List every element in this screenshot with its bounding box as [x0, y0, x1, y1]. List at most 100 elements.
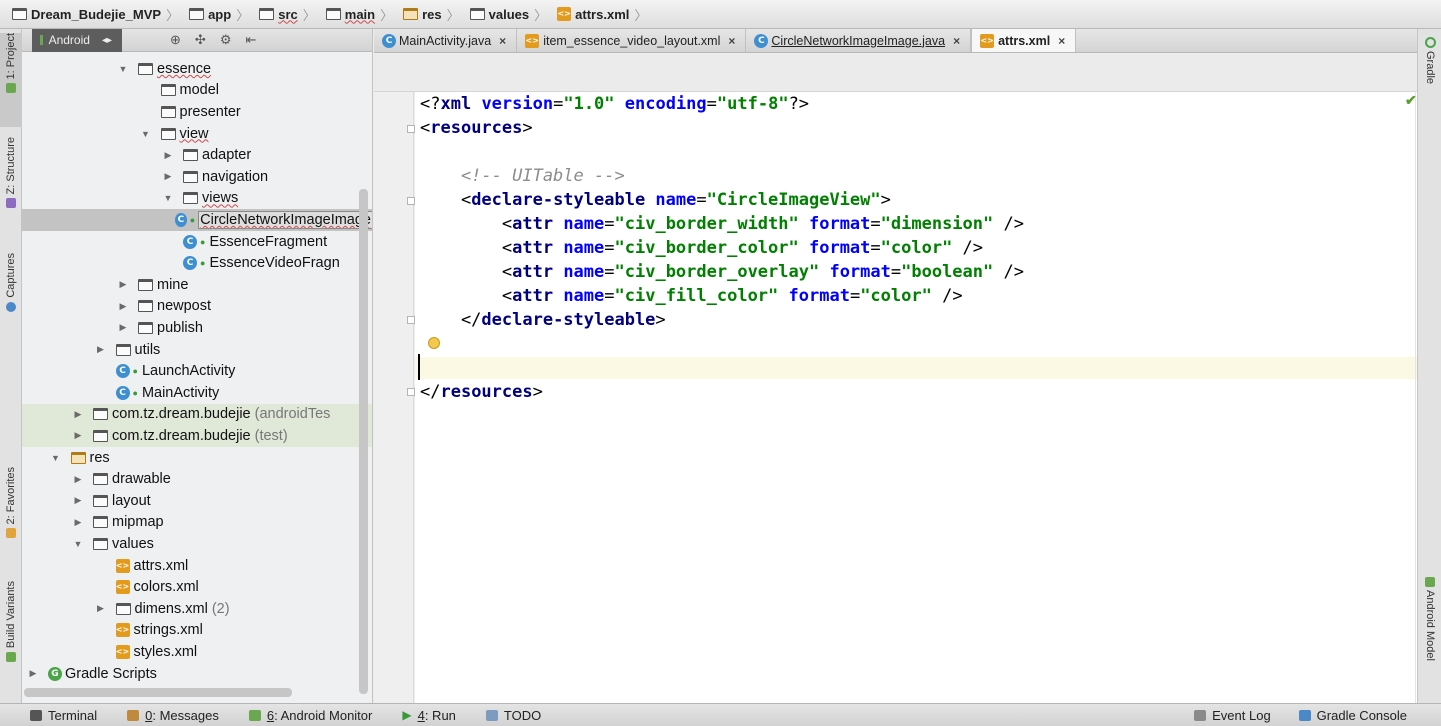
expand-right-icon[interactable]: ▶ [73, 430, 83, 441]
tree-item[interactable]: ▼ res [22, 447, 372, 469]
fold-marker[interactable] [407, 316, 415, 324]
navigation-breadcrumb: Dream_Budejie_MVP 〉 app 〉 src 〉 main 〉 res 〉 value… [0, 0, 1441, 29]
breadcrumb-item[interactable]: <> attrs.xml 〉 [553, 3, 653, 25]
expand-right-icon[interactable]: ▶ [73, 409, 83, 420]
tree-item[interactable]: ▶ mine [22, 274, 372, 296]
tool-tab-android-model[interactable]: Android Model [1418, 577, 1441, 687]
tree-item[interactable]: ▶ com.tz.dream.budejie (test) [22, 425, 372, 447]
tree-item[interactable]: ▶ dimens.xml (2) [22, 598, 372, 620]
tree-item[interactable]: ▼ view [22, 123, 372, 145]
tool-tab-favorites[interactable]: 2: Favorites [0, 467, 22, 559]
expand-right-icon[interactable]: ▶ [118, 301, 128, 312]
tree-item[interactable]: ▶ drawable [22, 468, 372, 490]
xml-file-icon: <> [115, 623, 130, 638]
sync-icon[interactable]: ⊕ [170, 32, 181, 48]
close-icon[interactable]: × [1058, 34, 1065, 48]
lightbulb-icon[interactable] [428, 337, 440, 349]
collapse-icon[interactable]: ✣ [195, 32, 206, 48]
expand-right-icon[interactable]: ▶ [96, 603, 106, 614]
fold-marker[interactable] [407, 388, 415, 396]
editor-tab[interactable]: <> attrs.xml × [971, 29, 1077, 52]
tool-todo[interactable]: TODO [485, 708, 541, 723]
tree-item[interactable]: ▶ utils [22, 339, 372, 361]
breadcrumb-item[interactable]: main 〉 [322, 3, 399, 25]
project-icon [6, 83, 16, 94]
tool-tab-structure[interactable]: Z: Structure [0, 137, 22, 229]
tree-item[interactable]: <> strings.xml [22, 620, 372, 642]
expand-right-icon[interactable]: ▶ [28, 668, 38, 679]
tree-item[interactable]: <> attrs.xml [22, 555, 372, 577]
breadcrumb-item[interactable]: res 〉 [399, 3, 466, 25]
chevron-right-icon: 〉 [302, 7, 316, 23]
expand-right-icon[interactable]: ▶ [163, 150, 173, 161]
code-token: = [696, 190, 707, 210]
tree-item[interactable]: ▶ G Gradle Scripts [22, 663, 372, 685]
breadcrumb-item[interactable]: app 〉 [185, 3, 255, 25]
hide-panel-icon[interactable]: ⇤ [245, 32, 256, 48]
close-icon[interactable]: × [953, 34, 960, 48]
tree-item[interactable]: ▶ publish [22, 317, 372, 339]
breadcrumb-item[interactable]: values 〉 [466, 3, 554, 25]
tree-item-label: essence [157, 60, 212, 77]
breadcrumb-item[interactable]: src 〉 [255, 3, 322, 25]
tool-tab-captures[interactable]: Captures [0, 253, 22, 333]
expand-right-icon[interactable]: ▶ [73, 517, 83, 528]
code-token: /> [1003, 262, 1024, 282]
tree-item[interactable]: ▶ com.tz.dream.budejie (androidTes [22, 403, 372, 426]
tree-item[interactable]: ▶ newpost [22, 296, 372, 318]
tree-item[interactable]: C ● CircleNetworkImageImage [22, 209, 372, 231]
tree-item[interactable]: <> styles.xml [22, 641, 372, 663]
tool-run[interactable]: ▶ 4: Run [402, 708, 456, 723]
tree-item[interactable]: ▶ layout [22, 490, 372, 512]
expand-right-icon[interactable]: ▶ [118, 322, 128, 333]
expand-right-icon[interactable]: ▶ [96, 344, 106, 355]
tree-item[interactable]: ▶ adapter [22, 144, 372, 166]
tree-item[interactable]: <> colors.xml [22, 576, 372, 598]
tree-item[interactable]: ▶ navigation [22, 166, 372, 188]
expand-down-icon[interactable]: ▼ [118, 64, 128, 74]
close-icon[interactable]: × [499, 34, 506, 48]
tool-tab-gradle[interactable]: Gradle [1418, 37, 1441, 107]
editor-tab[interactable]: C CircleNetworkImageImage.java × [746, 29, 972, 52]
expand-down-icon[interactable]: ▼ [73, 539, 83, 549]
tool-event-log[interactable]: Event Log [1194, 708, 1271, 723]
editor-tab[interactable]: C MainActivity.java × [374, 29, 518, 52]
project-horizontal-scrollbar[interactable] [24, 688, 292, 697]
expand-right-icon[interactable]: ▶ [118, 279, 128, 290]
tool-gradle-console[interactable]: Gradle Console [1298, 708, 1407, 723]
expand-right-icon[interactable]: ▶ [73, 474, 83, 485]
code-token: format [788, 286, 850, 306]
tree-item[interactable]: ▼ values [22, 533, 372, 555]
tree-item[interactable]: presenter [22, 101, 372, 123]
project-vertical-scrollbar[interactable] [359, 189, 368, 694]
expand-right-icon[interactable]: ▶ [73, 495, 83, 506]
close-icon[interactable]: × [728, 34, 735, 48]
expand-down-icon[interactable]: ▼ [141, 129, 151, 139]
tree-item[interactable]: C ● EssenceVideoFragn [22, 252, 372, 274]
expand-right-icon[interactable]: ▶ [163, 171, 173, 182]
tree-item[interactable]: ▼ essence [22, 58, 372, 80]
expand-down-icon[interactable]: ▼ [163, 193, 173, 203]
tool-tab-build-variants[interactable]: Build Variants [0, 581, 22, 691]
editor-tab[interactable]: <> item_essence_video_layout.xml × [517, 29, 747, 52]
tool-messages[interactable]: 0: Messages [127, 708, 219, 723]
tree-item[interactable]: ▶ mipmap [22, 512, 372, 534]
structure-icon [6, 198, 16, 209]
project-view-dropdown[interactable]: Android ◂▸ [32, 28, 122, 52]
folder-icon [138, 62, 153, 75]
code-editor[interactable]: <?xml version="1.0" encoding="utf-8"?> <r… [415, 92, 1417, 703]
code-token: declare-styleable [471, 190, 656, 210]
expand-down-icon[interactable]: ▼ [51, 453, 61, 463]
tree-item[interactable]: C ● EssenceFragment [22, 231, 372, 253]
breadcrumb-item[interactable]: Dream_Budejie_MVP 〉 [8, 3, 185, 25]
tool-terminal[interactable]: Terminal [30, 708, 97, 723]
tree-item[interactable]: ▼ views [22, 188, 372, 210]
tree-item[interactable]: C ● LaunchActivity [22, 360, 372, 382]
gear-icon[interactable]: ⚙ [220, 32, 232, 48]
tree-item[interactable]: C ● MainActivity [22, 382, 372, 404]
fold-marker[interactable] [407, 197, 415, 205]
tool-android-monitor[interactable]: 6: Android Monitor [248, 708, 372, 723]
fold-marker[interactable] [407, 125, 415, 133]
tree-item[interactable]: model [22, 80, 372, 102]
tool-tab-project[interactable]: 1: Project [0, 33, 22, 127]
